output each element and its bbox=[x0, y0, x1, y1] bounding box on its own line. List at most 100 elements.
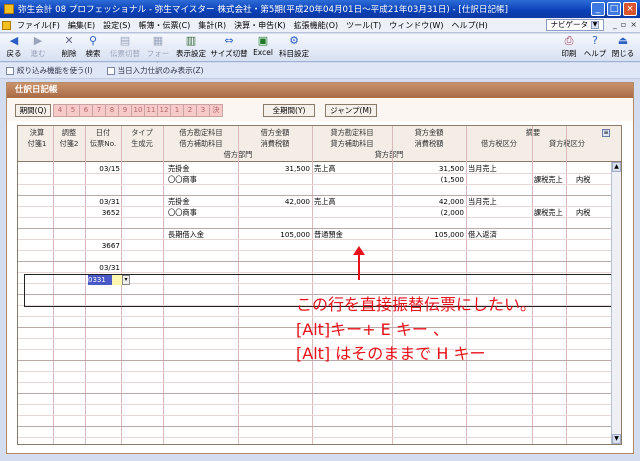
toolbar: ◀戻る ▶進む ✕削除 ⚲検索 ▤伝票切替 ▦フォーム ▥表示設定 ⇔サイズ切替… bbox=[0, 34, 640, 70]
today-only-option[interactable]: 当日入力仕訳のみ表示(Z) bbox=[106, 65, 204, 76]
row-divider bbox=[18, 393, 613, 394]
col-source: 生成元 bbox=[131, 139, 153, 148]
month-tab[interactable]: 6 bbox=[79, 104, 93, 117]
option-bar: 絞り込み機能を使う(I) 当日入力仕訳のみ表示(Z) bbox=[0, 63, 640, 79]
mdi-close-button[interactable]: × bbox=[630, 20, 637, 29]
col-debit-tax: 消費税額 bbox=[260, 139, 290, 148]
row-divider bbox=[18, 426, 613, 427]
period-button[interactable]: 期間(Q) bbox=[15, 104, 51, 117]
row-divider bbox=[18, 195, 613, 196]
menu-window[interactable]: ウィンドウ(W) bbox=[385, 20, 447, 31]
month-tab[interactable]: 4 bbox=[53, 104, 67, 117]
voucher-no-cell bbox=[86, 175, 120, 185]
debit-sub-cell: 〇〇商事 bbox=[168, 175, 197, 184]
column-settings-icon[interactable]: ≡ bbox=[602, 129, 610, 137]
col-credit-taxclass: 貸方税区分 bbox=[534, 139, 600, 149]
credit-taxclass-cell: 課税売上 bbox=[534, 208, 563, 217]
trash-icon: ✕ bbox=[64, 34, 74, 47]
debit-account-cell bbox=[168, 263, 238, 273]
back-button[interactable]: ◀ 戻る bbox=[3, 35, 25, 61]
vertical-scrollbar[interactable]: ▲ ▼ bbox=[611, 162, 621, 444]
navigator-dropdown[interactable]: ナビゲータ ▼ bbox=[545, 19, 604, 31]
month-tab[interactable]: 9 bbox=[118, 104, 132, 117]
month-tab[interactable]: 1 bbox=[170, 104, 184, 117]
filter-checkbox[interactable] bbox=[6, 66, 14, 75]
filter-option[interactable]: 絞り込み機能を使う(I) bbox=[6, 65, 93, 76]
debit-amount-cell: 31,500 bbox=[284, 164, 310, 173]
delete-button[interactable]: ✕ 削除 bbox=[58, 35, 80, 61]
mdi-minimize-button[interactable]: _ bbox=[613, 20, 617, 29]
row-divider bbox=[18, 382, 613, 383]
excel-icon: ▣ bbox=[257, 34, 269, 47]
forward-icon: ▶ bbox=[33, 34, 43, 47]
help-button[interactable]: ? ヘルプ bbox=[583, 35, 607, 61]
date-edit-caret bbox=[112, 275, 122, 285]
maximize-button[interactable]: □ bbox=[607, 2, 621, 16]
minimize-button[interactable]: _ bbox=[591, 2, 605, 16]
row-divider bbox=[18, 415, 613, 416]
forward-button[interactable]: ▶ 進む bbox=[27, 35, 49, 61]
print-button[interactable]: ⎙ 印刷 bbox=[558, 35, 580, 61]
date-edit-field[interactable]: 0331 bbox=[88, 275, 112, 285]
menu-aggregate[interactable]: 集計(R) bbox=[194, 20, 230, 31]
month-tab[interactable]: 11 bbox=[144, 104, 158, 117]
menu-edit[interactable]: 編集(E) bbox=[64, 20, 99, 31]
month-tab[interactable]: 3 bbox=[196, 104, 210, 117]
credit-tax-cell: (1,500 bbox=[440, 175, 464, 184]
window-title: 弥生会計 08 プロフェッショナル - 弥生マイスター 株式会社・第5期(平成2… bbox=[18, 5, 509, 15]
month-tab[interactable]: 12 bbox=[157, 104, 171, 117]
col-debit-sub: 借方補助科目 bbox=[179, 139, 223, 148]
account-settings-button[interactable]: ⚙ 科目設定 bbox=[277, 35, 311, 61]
close-window-button[interactable]: ⏏ 閉じる bbox=[609, 35, 637, 61]
date-cell: 03/31 bbox=[99, 197, 120, 206]
month-tab[interactable]: 決 bbox=[209, 104, 223, 117]
col-debit-amount: 借方金額 bbox=[260, 128, 290, 137]
voucher-switch-button[interactable]: ▤ 伝票切替 bbox=[108, 35, 142, 61]
voucher-icon: ▤ bbox=[119, 34, 131, 47]
col-debit-taxclass: 借方税区分 bbox=[481, 139, 517, 148]
form-button[interactable]: ▦フォーム bbox=[144, 34, 172, 70]
menu-closing[interactable]: 決算・申告(K) bbox=[230, 20, 290, 31]
scroll-up-icon[interactable]: ▲ bbox=[612, 162, 621, 172]
all-period-button[interactable]: 全期間(Y) bbox=[263, 104, 315, 117]
month-tab[interactable]: 5 bbox=[66, 104, 80, 117]
month-tab[interactable]: 10 bbox=[131, 104, 145, 117]
debit-amount-cell: 42,000 bbox=[284, 197, 310, 206]
month-tab[interactable]: 2 bbox=[183, 104, 197, 117]
date-edit-value: 0331 bbox=[88, 276, 106, 284]
jump-button[interactable]: ジャンプ(M) bbox=[325, 104, 377, 117]
excel-button[interactable]: ▣ Excel bbox=[251, 35, 275, 61]
today-only-checkbox[interactable] bbox=[106, 66, 115, 75]
menu-books[interactable]: 帳簿・伝票(C) bbox=[134, 20, 194, 31]
credit-amount-cell: 105,000 bbox=[434, 230, 464, 239]
journal-grid[interactable]: 決算 調整 日付 タイプ 借方勘定科目 借方金額 貸方勘定科目 貸方金額 摘要 … bbox=[17, 125, 622, 445]
row-divider bbox=[18, 371, 613, 372]
credit-tax-cell bbox=[394, 241, 464, 251]
form-icon: ▦ bbox=[152, 34, 164, 47]
document-icon bbox=[2, 20, 11, 30]
memo-cell: 当月売上 bbox=[468, 197, 497, 206]
debit-account-cell: 売掛金 bbox=[168, 197, 190, 206]
menu-extensions[interactable]: 拡張機能(O) bbox=[290, 20, 343, 31]
search-button[interactable]: ⚲ 検索 bbox=[82, 35, 104, 61]
date-dropdown-icon[interactable]: ▾ bbox=[122, 275, 130, 285]
menu-tools[interactable]: ツール(T) bbox=[342, 20, 385, 31]
row-divider bbox=[18, 327, 613, 328]
menu-help[interactable]: ヘルプ(H) bbox=[447, 20, 491, 31]
col-adjust: 調整 bbox=[61, 128, 77, 137]
scroll-down-icon[interactable]: ▼ bbox=[612, 434, 621, 444]
col-memo: 摘要 bbox=[468, 128, 598, 138]
size-switch-button[interactable]: ⇔ サイズ切替 bbox=[210, 35, 248, 61]
menu-settings[interactable]: 設定(S) bbox=[99, 20, 134, 31]
credit-tax-cell: (2,000 bbox=[440, 208, 464, 217]
close-button[interactable]: × bbox=[623, 2, 637, 16]
menu-file[interactable]: ファイル(F) bbox=[13, 20, 64, 31]
debit-sub-cell bbox=[168, 241, 238, 251]
tax-inclusive-cell: 内税 bbox=[576, 175, 591, 184]
mdi-restore-button[interactable]: ▫ bbox=[621, 20, 626, 29]
month-tab[interactable]: 7 bbox=[92, 104, 106, 117]
row-divider bbox=[18, 338, 613, 339]
credit-account-cell: 普通預金 bbox=[314, 230, 343, 239]
month-tab[interactable]: 8 bbox=[105, 104, 119, 117]
display-settings-button[interactable]: ▥ 表示設定 bbox=[174, 35, 208, 61]
